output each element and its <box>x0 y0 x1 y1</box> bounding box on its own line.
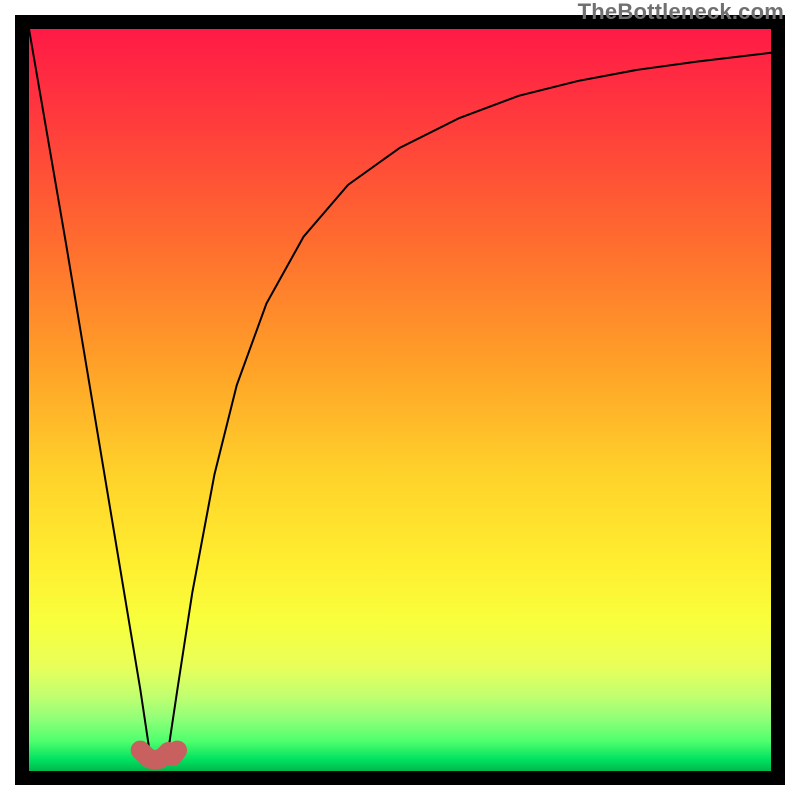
watermark-text: TheBottleneck.com <box>578 0 784 25</box>
bottleneck-curve <box>29 29 771 760</box>
chart-svg <box>29 29 771 771</box>
plot-background <box>15 15 785 785</box>
highlight-band <box>140 750 177 760</box>
chart-frame: TheBottleneck.com <box>0 0 800 800</box>
